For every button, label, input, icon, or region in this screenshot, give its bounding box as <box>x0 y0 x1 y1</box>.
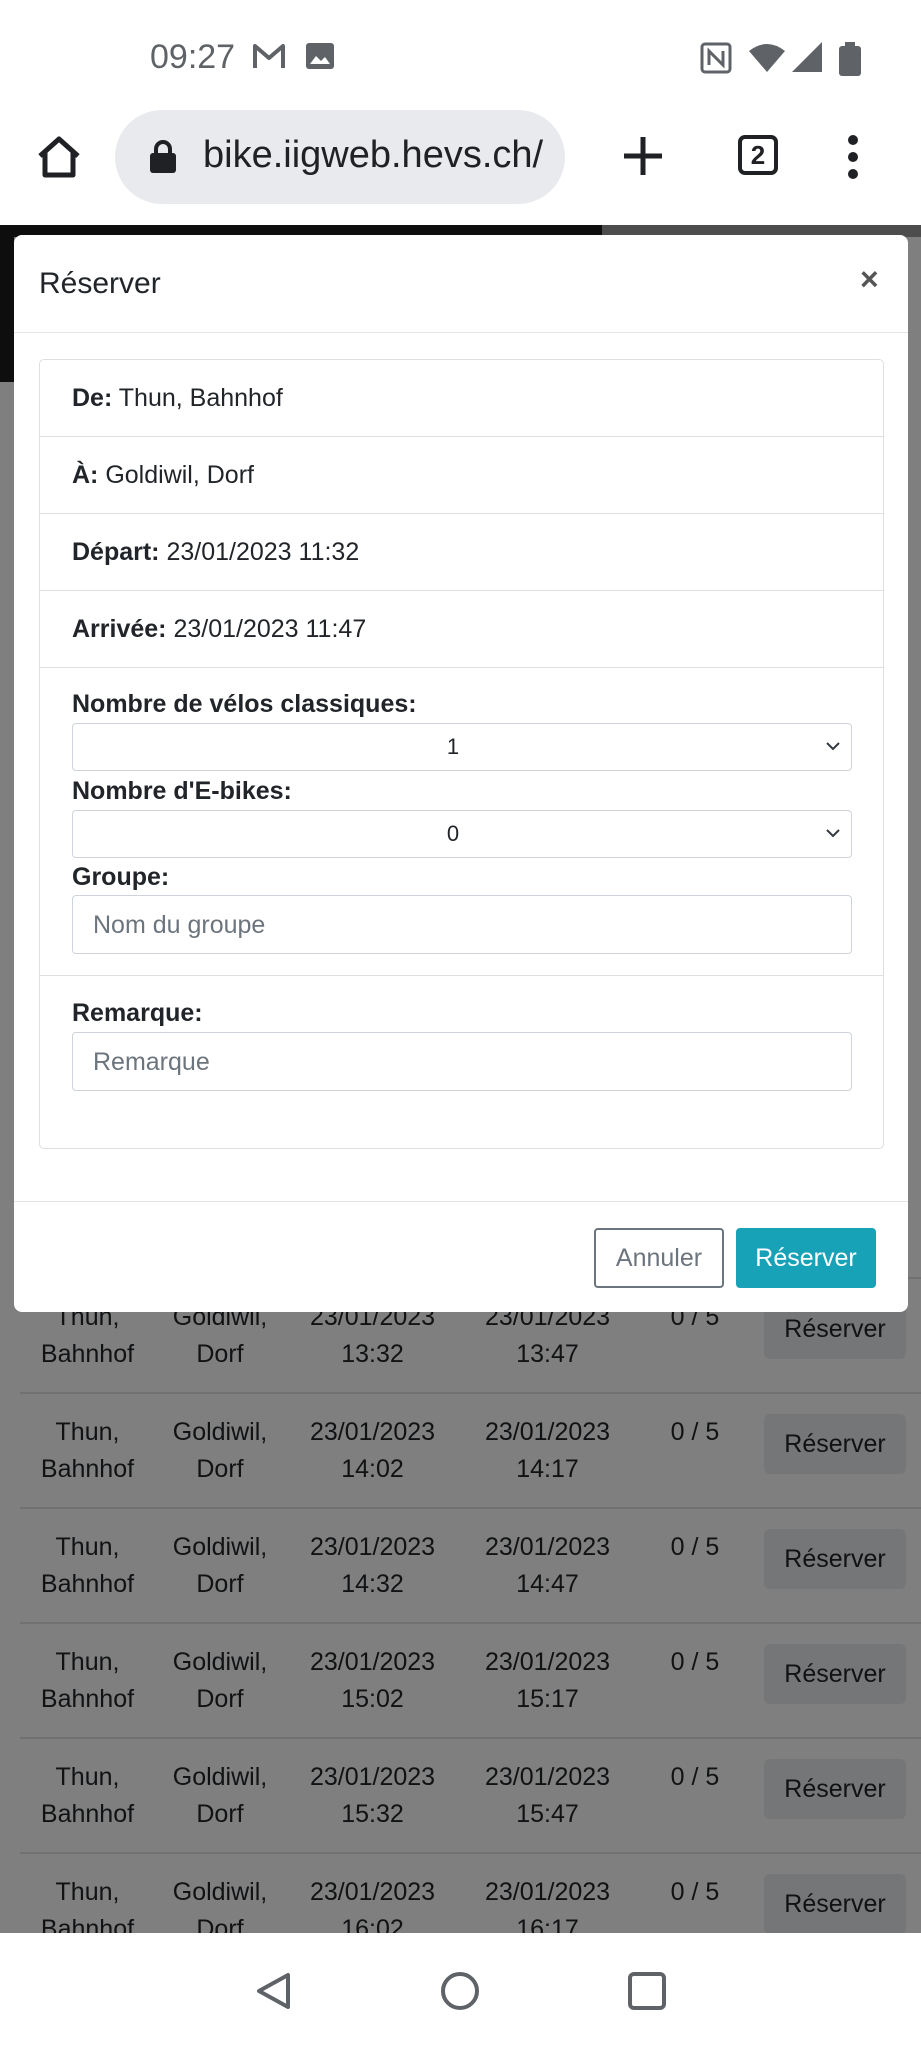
remark-label: Remarque: <box>72 999 203 1027</box>
recents-icon[interactable] <box>627 1971 667 2011</box>
plus-icon[interactable] <box>622 135 664 177</box>
url-text: bike.iigweb.hevs.ch/ <box>203 134 544 176</box>
classic-bikes-select[interactable]: 1 <box>72 723 852 771</box>
browser-toolbar: bike.iigweb.hevs.ch/ 2 <box>0 110 921 225</box>
cancel-button[interactable]: Annuler <box>594 1228 724 1288</box>
to-value: Goldiwil, Dorf <box>98 461 254 489</box>
group-name-input[interactable]: Nom du groupe <box>72 895 852 954</box>
group-label: Groupe: <box>72 863 170 891</box>
back-icon[interactable] <box>254 1971 294 2011</box>
status-time: 09:27 <box>150 38 236 76</box>
ebikes-label: Nombre d'E-bikes: <box>72 777 292 805</box>
departure-value: 23/01/2023 11:32 <box>159 538 360 566</box>
nfc-icon <box>700 42 732 74</box>
battery-icon <box>839 42 861 76</box>
divider <box>40 975 883 976</box>
reserve-button[interactable]: Réserver <box>736 1228 876 1288</box>
reservation-details-card: De: Thun, Bahnhof À: Goldiwil, Dorf Dépa… <box>39 359 884 1149</box>
detail-arrival: Arrivée: 23/01/2023 11:47 <box>40 591 883 668</box>
gmail-icon <box>253 44 285 68</box>
arrival-label: Arrivée: <box>72 615 167 643</box>
status-bar: 09:27 <box>0 0 921 110</box>
to-label: À: <box>72 461 99 489</box>
remark-input[interactable]: Remarque <box>72 1032 852 1091</box>
remark-placeholder: Remarque <box>93 1048 210 1076</box>
from-label: De: <box>72 384 113 412</box>
address-bar[interactable]: bike.iigweb.hevs.ch/ <box>115 110 565 204</box>
chevron-down-icon <box>826 742 840 751</box>
detail-to: À: Goldiwil, Dorf <box>40 437 883 514</box>
ebikes-select[interactable]: 0 <box>72 810 852 858</box>
arrival-value: 23/01/2023 11:47 <box>166 615 367 643</box>
tabs-icon[interactable]: 2 <box>738 135 778 175</box>
from-value: Thun, Bahnhof <box>112 384 283 412</box>
signal-icon <box>792 42 822 72</box>
modal-footer: Annuler Réserver <box>14 1201 908 1312</box>
image-icon <box>306 43 334 69</box>
detail-departure: Départ: 23/01/2023 11:32 <box>40 514 883 591</box>
chevron-down-icon <box>826 829 840 838</box>
lock-icon <box>150 140 176 173</box>
group-name-placeholder: Nom du groupe <box>93 911 266 939</box>
wifi-icon <box>749 44 785 72</box>
home-icon[interactable] <box>36 134 82 180</box>
close-icon[interactable]: × <box>860 261 879 298</box>
reservation-modal: Réserver × De: Thun, Bahnhof À: Goldiwil… <box>14 235 908 1312</box>
classic-bikes-value: 1 <box>446 734 460 759</box>
modal-header: Réserver × <box>14 235 908 333</box>
more-vert-icon[interactable] <box>843 132 863 182</box>
ebikes-value: 0 <box>446 821 460 846</box>
departure-label: Départ: <box>72 538 160 566</box>
detail-from: De: Thun, Bahnhof <box>40 360 883 437</box>
system-nav-bar <box>0 1933 921 2048</box>
modal-title: Réserver <box>39 267 161 300</box>
home-nav-icon[interactable] <box>440 1971 480 2011</box>
classic-bikes-label: Nombre de vélos classiques: <box>72 690 417 718</box>
